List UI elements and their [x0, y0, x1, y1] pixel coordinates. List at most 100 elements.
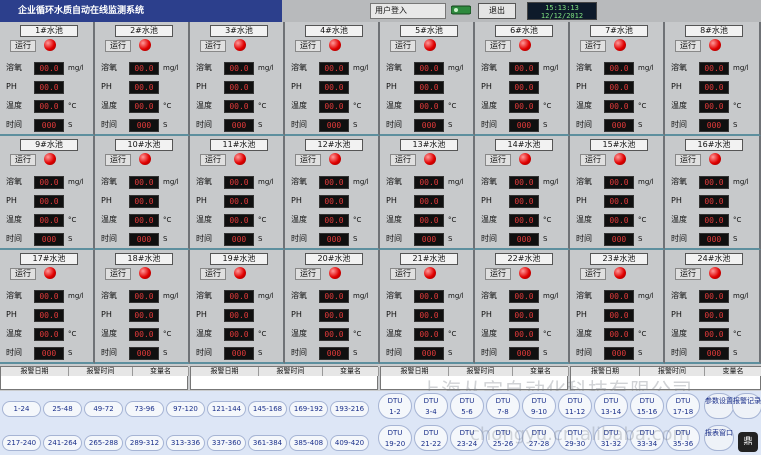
side-button[interactable]: 参数设置	[704, 393, 734, 419]
dtu-button[interactable]: DTU 11-12	[558, 393, 592, 419]
label-ph: PH	[6, 82, 17, 91]
range-button[interactable]: 49-72	[84, 401, 123, 417]
run-label: 运行	[675, 40, 701, 52]
tank-panel: 18#水池 运行 溶氧 00.0 mg/l PH 00.0 温度 00.0 °C 时间 000 S	[95, 250, 190, 364]
value-temp: 00.0	[414, 100, 444, 113]
range-button[interactable]: 1-24	[2, 401, 41, 417]
label-time: 时间	[196, 120, 212, 129]
label-ammonia: 溶氧	[196, 291, 212, 300]
dtu-button[interactable]: DTU 9-10	[522, 393, 556, 419]
label-time: 时间	[101, 120, 117, 129]
range-button[interactable]: 385-408	[289, 435, 328, 451]
dtu-button[interactable]: DTU 17-18	[666, 393, 700, 419]
dtu-button[interactable]: DTU 1-2	[378, 393, 412, 419]
status-lamp-icon	[424, 39, 436, 51]
status-lamp-icon	[44, 39, 56, 51]
range-button[interactable]: 217-240	[2, 435, 41, 451]
run-label: 运行	[295, 154, 321, 166]
dtu-button[interactable]: DTU 13-14	[594, 393, 628, 419]
range-button[interactable]: 169-192	[289, 401, 328, 417]
label-temp: 温度	[386, 101, 402, 110]
unit-ammonia: mg/l	[543, 292, 559, 300]
range-button[interactable]: 241-264	[43, 435, 82, 451]
exit-button[interactable]: 退出	[478, 3, 516, 19]
label-temp: 温度	[291, 101, 307, 110]
side-button[interactable]: 报警记录	[732, 393, 761, 419]
unit-temp: °C	[258, 216, 267, 224]
value-ph: 00.0	[414, 81, 444, 94]
range-button[interactable]: 97-120	[166, 401, 205, 417]
range-button[interactable]: 337-360	[207, 435, 246, 451]
status-lamp-icon	[614, 153, 626, 165]
dtu-button[interactable]: DTU 15-16	[630, 393, 664, 419]
label-ammonia: 溶氧	[481, 63, 497, 72]
tank-panel: 4#水池 运行 溶氧 00.0 mg/l PH 00.0 温度 00.0 °C 时间 000 S	[285, 22, 380, 136]
dtu-button[interactable]: DTU 19-20	[378, 425, 412, 451]
dtu-button[interactable]: DTU 21-22	[414, 425, 448, 451]
label-ph: PH	[576, 310, 587, 319]
label-time: 时间	[576, 234, 592, 243]
status-lamp-icon	[519, 153, 531, 165]
unit-time: S	[638, 121, 643, 129]
range-button[interactable]: 289-312	[125, 435, 164, 451]
dtu-button[interactable]: DTU 3-4	[414, 393, 448, 419]
login-button[interactable]: 用户登入	[370, 3, 446, 19]
label-ph: PH	[6, 196, 17, 205]
value-time: 000	[129, 119, 159, 132]
label-time: 时间	[6, 348, 22, 357]
unit-temp: °C	[163, 216, 172, 224]
label-time: 时间	[481, 120, 497, 129]
dtu-button[interactable]: DTU 7-8	[486, 393, 520, 419]
dtu-label: DTU	[531, 397, 547, 405]
run-label: 运行	[295, 268, 321, 280]
run-label: 运行	[200, 154, 226, 166]
run-label: 运行	[675, 268, 701, 280]
value-ph: 00.0	[129, 309, 159, 322]
dtu-label: DTU	[567, 397, 583, 405]
tank-panel: 8#水池 运行 溶氧 00.0 mg/l PH 00.0 温度 00.0 °C 时间 000 S	[665, 22, 761, 136]
label-temp: 温度	[576, 101, 592, 110]
range-button[interactable]: 145-168	[248, 401, 287, 417]
alarm-header-var: 变量名	[323, 367, 379, 376]
range-button[interactable]: 361-384	[248, 435, 287, 451]
label-ammonia: 溶氧	[196, 63, 212, 72]
label-ammonia: 溶氧	[386, 63, 402, 72]
run-label: 运行	[105, 268, 131, 280]
value-ammonia: 00.0	[699, 176, 729, 189]
unit-ammonia: mg/l	[163, 64, 179, 72]
tank-panel: 17#水池 运行 溶氧 00.0 mg/l PH 00.0 温度 00.0 °C 时间 000 S	[0, 250, 95, 364]
unit-time: S	[638, 235, 643, 243]
range-button[interactable]: 313-336	[166, 435, 205, 451]
value-ph: 00.0	[224, 309, 254, 322]
key-icon[interactable]	[451, 4, 471, 16]
value-ammonia: 00.0	[414, 62, 444, 75]
range-button[interactable]: 121-144	[207, 401, 246, 417]
unit-temp: °C	[258, 102, 267, 110]
value-ammonia: 00.0	[604, 290, 634, 303]
run-label: 运行	[485, 154, 511, 166]
tank-panel: 5#水池 运行 溶氧 00.0 mg/l PH 00.0 温度 00.0 °C 时间 000 S	[380, 22, 475, 136]
tank-title: 11#水池	[210, 139, 268, 151]
label-temp: 温度	[101, 329, 117, 338]
watermark-url: chongyu.cn.alibaba.com	[470, 424, 691, 445]
range-button[interactable]: 193-216	[330, 401, 369, 417]
range-button[interactable]: 25-48	[43, 401, 82, 417]
label-temp: 温度	[386, 215, 402, 224]
range-button[interactable]: 73-96	[125, 401, 164, 417]
label-ph: PH	[196, 82, 207, 91]
range-button[interactable]: 265-288	[84, 435, 123, 451]
unit-time: S	[68, 235, 73, 243]
side-button[interactable]: 报表窗口	[704, 425, 734, 451]
label-ph: PH	[671, 310, 682, 319]
range-button[interactable]: 409-420	[330, 435, 369, 451]
label-ammonia: 溶氧	[101, 177, 117, 186]
label-temp: 温度	[6, 329, 22, 338]
value-temp: 00.0	[129, 214, 159, 227]
tank-panel: 10#水池 运行 溶氧 00.0 mg/l PH 00.0 温度 00.0 °C 时间 000 S	[95, 136, 190, 250]
value-ammonia: 00.0	[34, 290, 64, 303]
value-ammonia: 00.0	[699, 290, 729, 303]
value-time: 000	[604, 233, 634, 246]
label-temp: 温度	[196, 215, 212, 224]
label-ph: PH	[481, 196, 492, 205]
dtu-button[interactable]: DTU 5-6	[450, 393, 484, 419]
